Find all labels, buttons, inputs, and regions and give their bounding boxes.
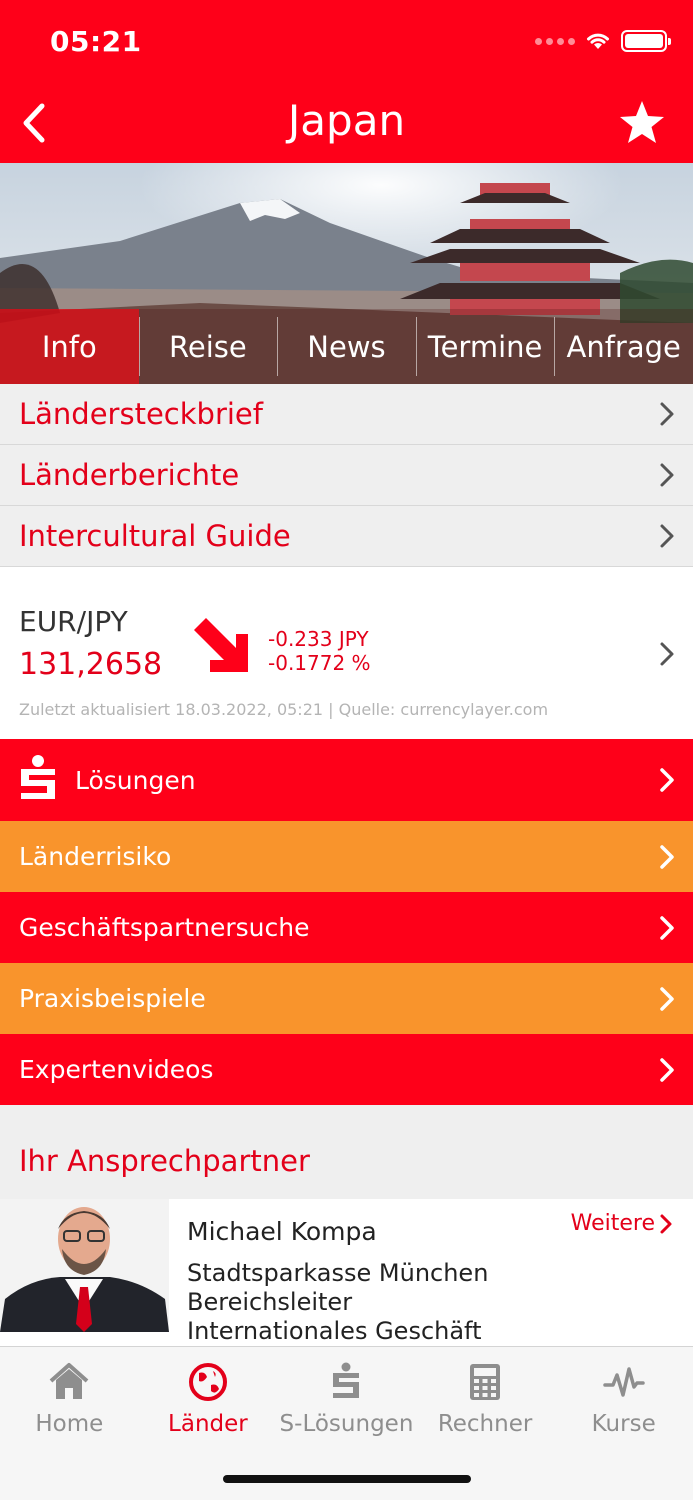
tab-termine[interactable]: Termine [415,309,555,384]
contact-heading: Ihr Ansprechpartner [19,1144,310,1178]
list-item-label: Geschäftspartnersuche [19,913,310,942]
calculator-icon [470,1364,501,1400]
nav-label: Kurse [591,1411,656,1437]
rate-change-absolute: -0.233 JPY [268,627,369,651]
list-item-label: Ländersteckbrief [19,397,263,431]
currency-pair: EUR/JPY [19,605,128,638]
nav-laender[interactable]: Länder [139,1347,278,1447]
home-indicator[interactable] [223,1475,471,1483]
chevron-right-icon [660,524,674,548]
pulse-icon [602,1367,645,1397]
last-updated-text: Zuletzt aktualisiert 18.03.2022, 05:21 |… [19,700,549,719]
contact-details: Stadtsparkasse München Bereichsleiter In… [187,1259,488,1346]
chevron-right-icon [660,768,674,792]
contact-name: Michael Kompa [187,1217,377,1246]
list-item-laenderberichte[interactable]: Länderberichte [0,445,693,506]
solutions-list: Lösungen Länderrisiko Geschäftspartnersu… [0,739,693,1105]
chevron-right-icon [660,642,674,666]
chevron-right-icon [660,844,674,869]
tab-anfrage[interactable]: Anfrage [554,309,693,384]
list-item-intercultural-guide[interactable]: Intercultural Guide [0,506,693,567]
status-time: 05:21 [50,25,142,58]
sparkasse-icon [333,1362,360,1398]
contact-department: Internationales Geschäft [187,1317,482,1345]
nav-label: Länder [168,1411,248,1437]
bottom-tab-bar: Home Länder S-Lösungen Rechner Kurse [0,1346,693,1500]
chevron-right-icon [660,1057,674,1082]
contact-organization: Stadtsparkasse München [187,1259,489,1287]
more-contacts-link[interactable]: Weitere [571,1211,673,1236]
list-item-label: Länderberichte [19,458,240,492]
nav-label: Home [35,1411,104,1437]
nav-rechner[interactable]: Rechner [416,1347,555,1447]
chevron-right-icon [660,1214,672,1233]
tab-news[interactable]: News [277,309,416,384]
list-item-laendersteckbrief[interactable]: Ländersteckbrief [0,384,693,445]
rate-change-percent: -0.1772 % [268,651,371,675]
chevron-right-icon [660,986,674,1011]
favorite-star-icon[interactable] [617,98,667,148]
more-contacts-label: Weitere [570,1211,655,1236]
contact-card[interactable]: Michael Kompa Weitere Stadtsparkasse Mün… [0,1199,693,1346]
list-item-laenderrisiko[interactable]: Länderrisiko [0,821,693,892]
country-info-list: Ländersteckbrief Länderberichte Intercul… [0,384,693,567]
nav-home[interactable]: Home [0,1347,139,1447]
chevron-right-icon [660,463,674,487]
list-item-label: Praxisbeispiele [19,984,206,1013]
nav-label: Rechner [437,1411,533,1437]
trend-down-arrow-icon [194,618,248,672]
list-item-loesungen[interactable]: Lösungen [0,739,693,821]
contact-role: Bereichsleiter [187,1288,353,1316]
tab-reise[interactable]: Reise [138,309,278,384]
signal-icon [535,37,575,45]
nav-label: S-Lösungen [279,1411,414,1437]
sparkasse-logo-icon [21,755,55,799]
chevron-right-icon [660,402,674,426]
person-portrait-image [0,1199,169,1332]
tab-info[interactable]: Info [0,309,139,384]
country-hero-image: Info Reise News Termine Anfrage [0,163,693,384]
exchange-rate-value: 131,2658 [19,647,163,682]
list-item-expertenvideos[interactable]: Expertenvideos [0,1034,693,1105]
rate-change: -0.233 JPY -0.1772 % [268,627,371,675]
globe-icon [188,1363,227,1401]
home-icon [49,1363,89,1399]
app-header: 05:21 Japan [0,0,693,163]
list-item-label: Intercultural Guide [19,519,291,553]
nav-kurse[interactable]: Kurse [554,1347,693,1447]
exchange-rate-card[interactable]: EUR/JPY 131,2658 -0.233 JPY -0.1772 % Zu… [0,567,693,739]
list-item-praxisbeispiele[interactable]: Praxisbeispiele [0,963,693,1034]
wifi-icon [587,33,609,49]
list-item-label: Expertenvideos [19,1055,214,1084]
battery-icon [621,30,671,52]
contact-photo [0,1199,169,1332]
country-tabs: Info Reise News Termine Anfrage [0,309,693,384]
nav-s-loesungen[interactable]: S-Lösungen [277,1347,416,1447]
page-title: Japan [287,96,406,145]
chevron-right-icon [660,915,674,940]
list-item-geschaeftspartnersuche[interactable]: Geschäftspartnersuche [0,892,693,963]
list-item-label: Länderrisiko [19,842,172,871]
status-indicators [535,30,671,52]
list-item-label: Lösungen [75,765,196,795]
